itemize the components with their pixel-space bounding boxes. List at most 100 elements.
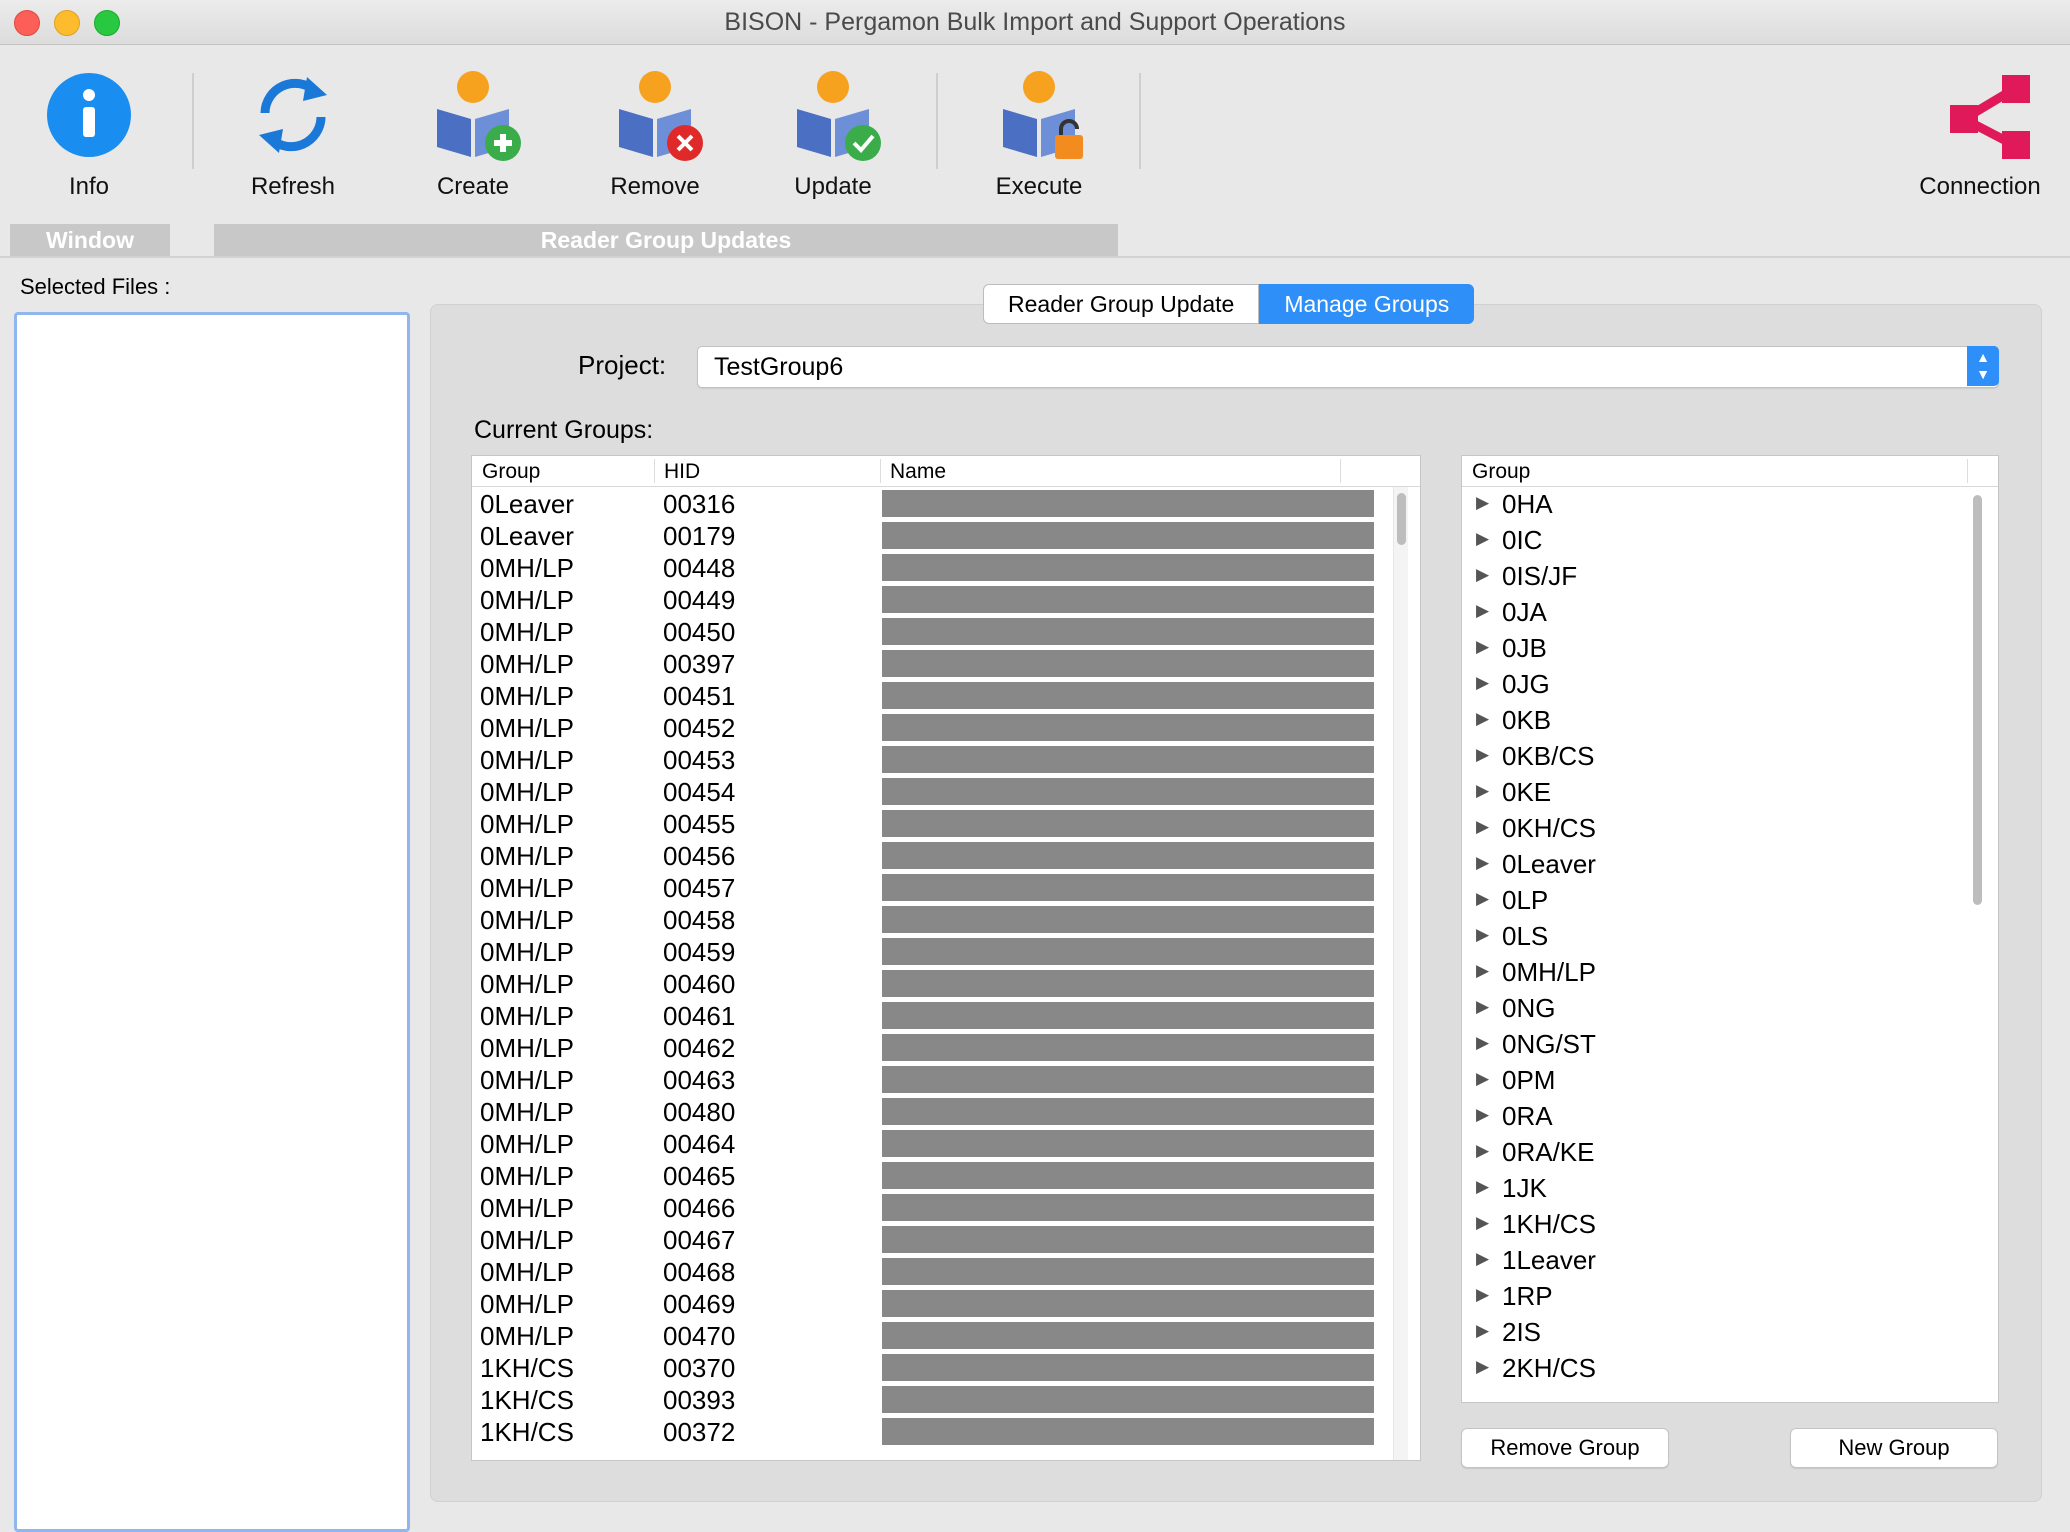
disclosure-triangle-icon[interactable]: ▶: [1476, 1069, 1489, 1089]
table-row[interactable]: 0MH/LP 00480: [472, 1095, 1420, 1127]
disclosure-triangle-icon[interactable]: ▶: [1476, 745, 1489, 765]
disclosure-triangle-icon[interactable]: ▶: [1476, 673, 1489, 693]
group-tree-item[interactable]: ▶ 0JB: [1462, 631, 1962, 667]
table-row[interactable]: 0MH/LP 00456: [472, 839, 1420, 871]
table-row[interactable]: 0MH/LP 00459: [472, 935, 1420, 967]
table-row[interactable]: 0MH/LP 00468: [472, 1255, 1420, 1287]
group-tree-scroll-thumb[interactable]: [1973, 495, 1982, 905]
disclosure-triangle-icon[interactable]: ▶: [1476, 853, 1489, 873]
table-row[interactable]: 0MH/LP 00450: [472, 615, 1420, 647]
table-scroll-thumb[interactable]: [1397, 493, 1406, 545]
disclosure-triangle-icon[interactable]: ▶: [1476, 925, 1489, 945]
group-tree-item[interactable]: ▶ 0RA: [1462, 1099, 1962, 1135]
disclosure-triangle-icon[interactable]: ▶: [1476, 709, 1489, 729]
table-row[interactable]: 0MH/LP 00455: [472, 807, 1420, 839]
table-row[interactable]: 0MH/LP 00448: [472, 551, 1420, 583]
group-tree-item[interactable]: ▶ 2IS: [1462, 1315, 1962, 1351]
group-tree-item[interactable]: ▶ 0RA/KE: [1462, 1135, 1962, 1171]
disclosure-triangle-icon[interactable]: ▶: [1476, 493, 1489, 513]
group-tree-item[interactable]: ▶ 0Leaver: [1462, 847, 1962, 883]
group-tree-scrollbar[interactable]: [1970, 487, 1984, 1402]
group-tree-item[interactable]: ▶ 0NG: [1462, 991, 1962, 1027]
group-tree-item[interactable]: ▶ 0JG: [1462, 667, 1962, 703]
table-row[interactable]: 0MH/LP 00453: [472, 743, 1420, 775]
project-select[interactable]: TestGroup6 ▲ ▼: [697, 346, 1999, 388]
column-header-hid[interactable]: HID: [664, 460, 700, 484]
group-tree-item[interactable]: ▶ 0LS: [1462, 919, 1962, 955]
group-tree-item[interactable]: ▶ 1RP: [1462, 1279, 1962, 1315]
column-header-group[interactable]: Group: [1472, 460, 1530, 484]
current-groups-table[interactable]: Group HID Name 0Leaver 00316 0Leaver 00179 0…: [471, 455, 1421, 1461]
disclosure-triangle-icon[interactable]: ▶: [1476, 817, 1489, 837]
group-tree-item[interactable]: ▶ 0KB: [1462, 703, 1962, 739]
table-row[interactable]: 0MH/LP 00467: [472, 1223, 1420, 1255]
remove-group-button[interactable]: Remove Group: [1461, 1428, 1669, 1468]
table-row[interactable]: 0MH/LP 00464: [472, 1127, 1420, 1159]
column-header-name[interactable]: Name: [890, 460, 946, 484]
disclosure-triangle-icon[interactable]: ▶: [1476, 1141, 1489, 1161]
cell-hid: 00448: [663, 553, 736, 583]
group-tree-item[interactable]: ▶ 1JK: [1462, 1171, 1962, 1207]
disclosure-triangle-icon[interactable]: ▶: [1476, 1177, 1489, 1197]
cell-name-redacted: [882, 842, 1374, 869]
group-tree-item[interactable]: ▶ 2KH/CS: [1462, 1351, 1962, 1387]
table-row[interactable]: 1KH/CS 00393: [472, 1383, 1420, 1415]
group-tree-item[interactable]: ▶ 0IC: [1462, 523, 1962, 559]
disclosure-triangle-icon[interactable]: ▶: [1476, 529, 1489, 549]
table-scrollbar[interactable]: [1393, 487, 1408, 1460]
group-tree[interactable]: Group ▶ 0HA ▶ 0IC ▶ 0IS/JF ▶ 0JA ▶ 0JB ▶ 0JG ▶ 0KB ▶ 0K…: [1461, 455, 1999, 1403]
disclosure-triangle-icon[interactable]: ▶: [1476, 961, 1489, 981]
group-tree-item[interactable]: ▶ 0NG/ST: [1462, 1027, 1962, 1063]
disclosure-triangle-icon[interactable]: ▶: [1476, 601, 1489, 621]
group-tree-item[interactable]: ▶ 0LP: [1462, 883, 1962, 919]
group-tree-item[interactable]: ▶ 1KH/CS: [1462, 1207, 1962, 1243]
cell-name-redacted: [882, 746, 1374, 773]
disclosure-triangle-icon[interactable]: ▶: [1476, 1285, 1489, 1305]
table-row[interactable]: 0MH/LP 00454: [472, 775, 1420, 807]
tab-reader-group-update[interactable]: Reader Group Update: [983, 284, 1260, 324]
table-row[interactable]: 0MH/LP 00449: [472, 583, 1420, 615]
disclosure-triangle-icon[interactable]: ▶: [1476, 1357, 1489, 1377]
disclosure-triangle-icon[interactable]: ▶: [1476, 781, 1489, 801]
table-row[interactable]: 0MH/LP 00452: [472, 711, 1420, 743]
table-row[interactable]: 0MH/LP 00451: [472, 679, 1420, 711]
table-row[interactable]: 0MH/LP 00465: [472, 1159, 1420, 1191]
group-tree-item[interactable]: ▶ 1Leaver: [1462, 1243, 1962, 1279]
table-row[interactable]: 0MH/LP 00469: [472, 1287, 1420, 1319]
disclosure-triangle-icon[interactable]: ▶: [1476, 889, 1489, 909]
table-row[interactable]: 0Leaver 00316: [472, 487, 1420, 519]
group-tree-item[interactable]: ▶ 0KE: [1462, 775, 1962, 811]
table-row[interactable]: 1KH/CS 00372: [472, 1415, 1420, 1447]
cell-name-redacted: [882, 778, 1374, 805]
table-row[interactable]: 0Leaver 00179: [472, 519, 1420, 551]
disclosure-triangle-icon[interactable]: ▶: [1476, 1213, 1489, 1233]
disclosure-triangle-icon[interactable]: ▶: [1476, 997, 1489, 1017]
disclosure-triangle-icon[interactable]: ▶: [1476, 1321, 1489, 1341]
group-tree-item[interactable]: ▶ 0PM: [1462, 1063, 1962, 1099]
table-row[interactable]: 1KH/CS 00370: [472, 1351, 1420, 1383]
disclosure-triangle-icon[interactable]: ▶: [1476, 1105, 1489, 1125]
table-row[interactable]: 0MH/LP 00462: [472, 1031, 1420, 1063]
table-row[interactable]: 0MH/LP 00470: [472, 1319, 1420, 1351]
table-row[interactable]: 0MH/LP 00460: [472, 967, 1420, 999]
selected-files-list[interactable]: [14, 312, 410, 1532]
group-tree-item[interactable]: ▶ 0MH/LP: [1462, 955, 1962, 991]
table-row[interactable]: 0MH/LP 00466: [472, 1191, 1420, 1223]
disclosure-triangle-icon[interactable]: ▶: [1476, 637, 1489, 657]
disclosure-triangle-icon[interactable]: ▶: [1476, 565, 1489, 585]
column-header-group[interactable]: Group: [482, 460, 540, 484]
disclosure-triangle-icon[interactable]: ▶: [1476, 1033, 1489, 1053]
table-row[interactable]: 0MH/LP 00458: [472, 903, 1420, 935]
group-tree-item[interactable]: ▶ 0JA: [1462, 595, 1962, 631]
tab-manage-groups[interactable]: Manage Groups: [1259, 284, 1475, 324]
table-row[interactable]: 0MH/LP 00463: [472, 1063, 1420, 1095]
new-group-button[interactable]: New Group: [1790, 1428, 1998, 1468]
group-tree-item[interactable]: ▶ 0HA: [1462, 487, 1962, 523]
group-tree-item[interactable]: ▶ 0KB/CS: [1462, 739, 1962, 775]
table-row[interactable]: 0MH/LP 00457: [472, 871, 1420, 903]
group-tree-item[interactable]: ▶ 0IS/JF: [1462, 559, 1962, 595]
table-row[interactable]: 0MH/LP 00397: [472, 647, 1420, 679]
group-tree-item[interactable]: ▶ 0KH/CS: [1462, 811, 1962, 847]
table-row[interactable]: 0MH/LP 00461: [472, 999, 1420, 1031]
disclosure-triangle-icon[interactable]: ▶: [1476, 1249, 1489, 1269]
